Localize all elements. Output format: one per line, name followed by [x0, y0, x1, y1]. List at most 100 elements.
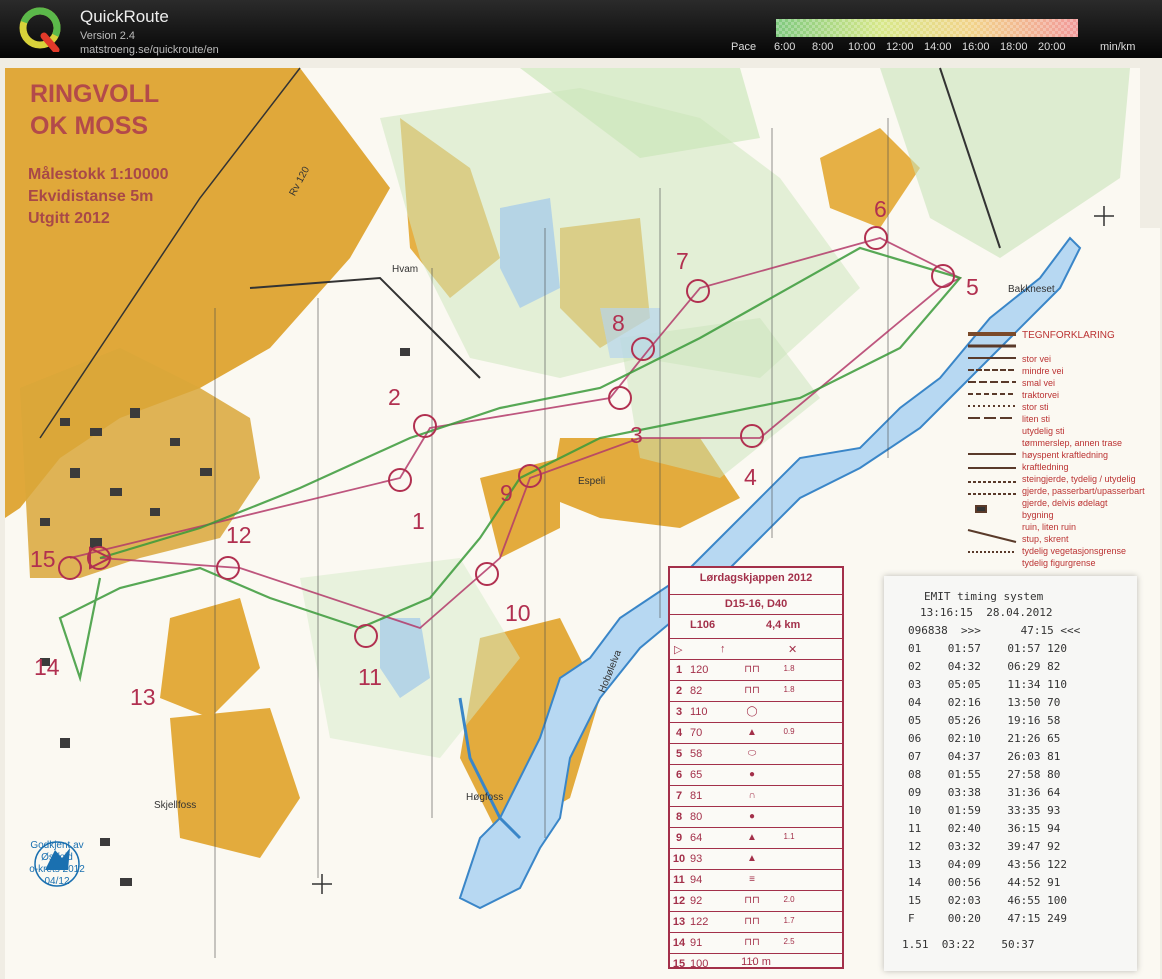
legend-item: traktorvei — [1022, 390, 1060, 400]
map-contour: Ekvidistanse 5m — [28, 188, 154, 205]
description-row: 6 65 ● — [670, 764, 842, 785]
control-number[interactable]: 3 — [630, 422, 643, 449]
legend-item: stup, skrent — [1022, 534, 1069, 544]
place-bakkneset: Bakkneset — [1008, 284, 1055, 295]
quickroute-logo-icon — [19, 7, 61, 52]
control-number[interactable]: 13 — [130, 684, 156, 711]
map-scale: Målestokk 1:10000 — [28, 166, 169, 183]
split-row: 15 02:03 46:55 100 — [908, 894, 1067, 907]
course-code: L106 — [690, 619, 716, 631]
split-row: 14 00:56 44:52 91 — [908, 876, 1061, 889]
control-number[interactable]: 10 — [505, 600, 531, 627]
split-row: 12 03:32 39:47 92 — [908, 840, 1061, 853]
description-row: 12 92 ⊓⊓ 2.0 — [670, 890, 842, 911]
control-number[interactable]: 15 — [30, 546, 56, 573]
description-row: 7 81 ∩ — [670, 785, 842, 806]
description-row: 14 91 ⊓⊓ 2.5 — [670, 932, 842, 953]
approval-line: Østfold — [41, 852, 73, 863]
app-url[interactable]: matstroeng.se/quickroute/en — [80, 44, 219, 56]
place-espeli: Espeli — [578, 476, 606, 487]
legend-item: stor vei — [1022, 354, 1052, 364]
split-row: 09 03:38 31:36 64 — [908, 786, 1061, 799]
emit-title: EMIT timing system — [924, 590, 1044, 603]
description-row: 4 70 ▲ 0.9 — [670, 722, 842, 743]
split-row: 04 02:16 13:50 70 — [908, 696, 1061, 709]
emit-card-line: 096838 >>> 47:15 <<< — [908, 624, 1081, 637]
split-row: 08 01:55 27:58 80 — [908, 768, 1061, 781]
control-number[interactable]: 7 — [676, 248, 689, 275]
map-published: Utgitt 2012 — [28, 210, 110, 227]
control-number[interactable]: 14 — [34, 654, 60, 681]
control-number[interactable]: 4 — [744, 464, 757, 491]
legend-item: tydelig figurgrense — [1022, 558, 1096, 568]
control-number[interactable]: 5 — [966, 274, 979, 301]
start-triangle-icon: ▷ — [674, 644, 683, 656]
approval-stamp: Godkjent av Østfold o-krets 2012 04/12 — [20, 840, 94, 888]
description-table: ▷ ↑ ✕ 1 120 ⊓⊓ 1.8 2 82 ⊓⊓ 1.8 3 110 ◯ 4 70 ▲ 0.9 5… — [670, 638, 842, 974]
split-row: 13 04:09 43:56 122 — [908, 858, 1067, 871]
description-row: 3 110 ◯ — [670, 701, 842, 722]
direction-icon: ↑ — [720, 643, 726, 655]
description-row: 11 94 ≡ — [670, 869, 842, 890]
split-row: 10 01:59 33:35 93 — [908, 804, 1061, 817]
legend-item: tømmerslep, annen trase — [1022, 438, 1123, 448]
course-length: 4,4 km — [766, 619, 801, 631]
map-canvas[interactable]: RINGVOLL OK MOSS Målestokk 1:10000 Ekvid… — [0, 58, 1162, 979]
control-number[interactable]: 9 — [500, 480, 513, 507]
approval-line: Godkjent av — [30, 840, 84, 851]
control-number[interactable]: 12 — [226, 522, 252, 549]
legend-item: smal vei — [1022, 378, 1056, 388]
description-row: 9 64 ▲ 1.1 — [670, 827, 842, 848]
finish-distance: 110 m — [741, 956, 771, 968]
pace-tick: 20:00 — [1038, 41, 1066, 53]
place-skjellfoss: Skjellfoss — [154, 800, 197, 811]
pace-tick: 8:00 — [812, 41, 834, 53]
emit-datetime: 13:16:15 28.04.2012 — [920, 606, 1053, 619]
legend-item: gjerde, delvis ødelagt — [1022, 498, 1108, 508]
control-number[interactable]: 2 — [388, 384, 401, 411]
split-row: F 00:20 47:15 249 — [908, 912, 1067, 925]
split-row: 03 05:05 11:34 110 — [908, 678, 1067, 691]
legend-item: kraftledning — [1022, 462, 1069, 472]
app-header: QuickRoute Version 2.4 matstroeng.se/qui… — [0, 0, 1162, 58]
approval-line: 04/12 — [44, 876, 70, 887]
split-row: 06 02:10 21:26 65 — [908, 732, 1061, 745]
control-number[interactable]: 1 — [412, 508, 425, 535]
pace-tick: 18:00 — [1000, 41, 1028, 53]
legend-item: steingjerde, tydelig / utydelig — [1022, 474, 1136, 484]
start-row: ▷ ↑ ✕ — [670, 638, 842, 659]
legend-item: høyspent kraftledning — [1022, 450, 1109, 460]
club-name-line2: OK MOSS — [30, 112, 149, 140]
club-name-line1: RINGVOLL — [30, 80, 160, 108]
cross-icon: ✕ — [788, 644, 798, 656]
description-row: 8 80 ● — [670, 806, 842, 827]
split-row: 11 02:40 36:15 94 — [908, 822, 1061, 835]
place-hogfoss: Høgfoss — [466, 792, 504, 803]
control-number[interactable]: 11 — [358, 664, 382, 691]
pace-tick: 10:00 — [848, 41, 876, 53]
pace-color-scale — [776, 19, 1078, 37]
pace-tick: 6:00 — [774, 41, 796, 53]
legend-item: liten sti — [1022, 414, 1051, 424]
legend-item: gjerde, passerbart/upasserbart — [1022, 486, 1145, 496]
split-row: 02 04:32 06:29 82 — [908, 660, 1061, 673]
app-version: Version 2.4 — [80, 30, 136, 42]
description-row: 13 122 ⊓⊓ 1.7 — [670, 911, 842, 932]
control-number[interactable]: 8 — [612, 310, 625, 337]
emit-timing-slip: EMIT timing system 13:16:15 28.04.2012 0… — [884, 576, 1137, 971]
split-row: 07 04:37 26:03 81 — [908, 750, 1061, 763]
place-hvam: Hvam — [392, 264, 419, 275]
split-row: 01 01:57 01:57 120 — [908, 642, 1067, 655]
control-number[interactable]: 6 — [874, 196, 887, 223]
event-name: Lørdagskjappen 2012 — [699, 572, 813, 584]
pace-tick: 16:00 — [962, 41, 990, 53]
split-row: 05 05:26 19:16 58 — [908, 714, 1061, 727]
pace-label: Pace — [731, 41, 757, 53]
event-classes: D15-16, D40 — [670, 594, 842, 610]
approval-line: o-krets 2012 — [29, 864, 85, 875]
description-row: 5 58 ⬭ — [670, 743, 842, 764]
legend-item: mindre vei — [1022, 366, 1064, 376]
legend-item: stor sti — [1022, 402, 1049, 412]
pace-tick: 12:00 — [886, 41, 914, 53]
legend-item: utydelig sti — [1022, 426, 1065, 436]
